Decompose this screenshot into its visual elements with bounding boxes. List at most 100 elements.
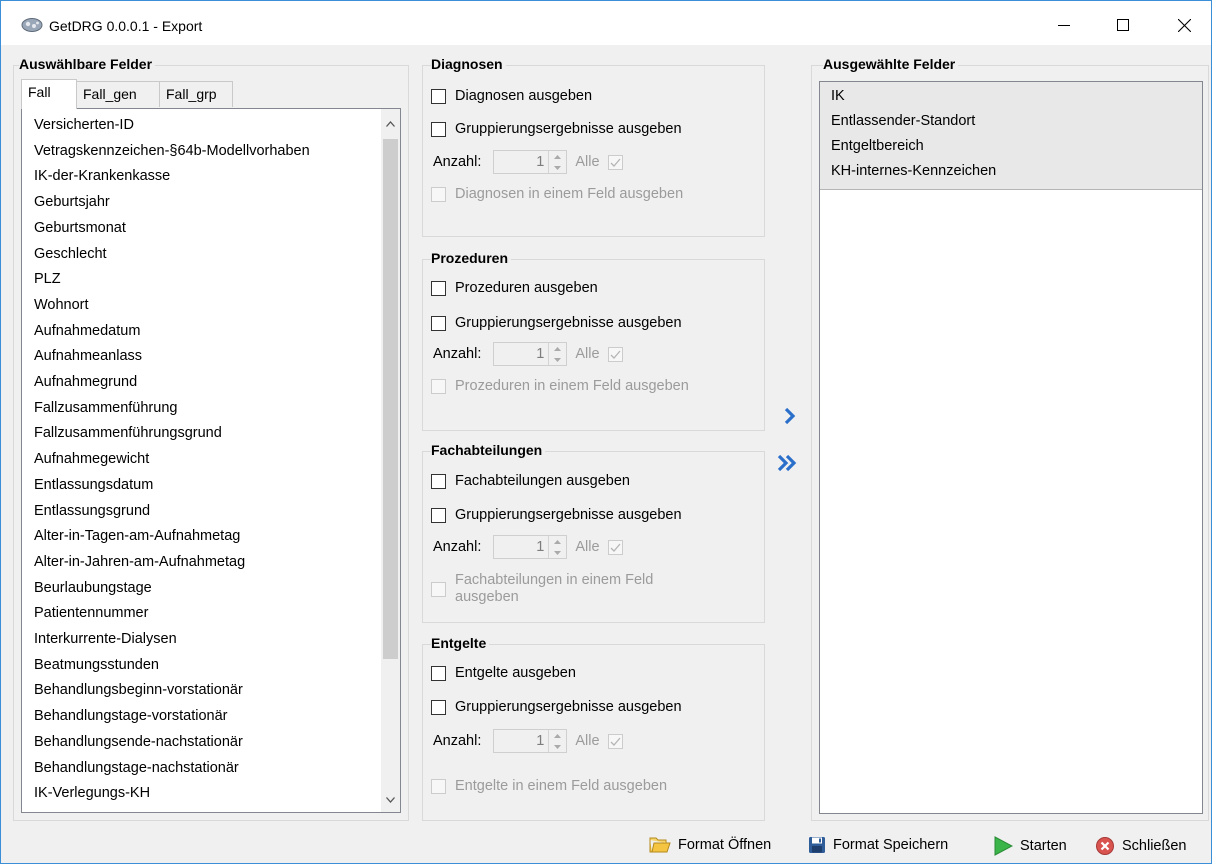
list-item[interactable]: Beatmungsstunden [34,657,159,673]
close-label: Schließen [1122,838,1187,854]
list-item[interactable]: Fallzusammenführung [34,400,177,416]
checkbox-box[interactable] [431,122,446,137]
list-item[interactable]: Beurlaubungstage [34,580,152,596]
available-fields-list[interactable]: Versicherten-ID Vetragskennzeichen-§64b-M… [21,108,401,813]
start-button[interactable]: Starten [993,836,1067,856]
close-window-button[interactable] [1164,7,1204,43]
list-item[interactable]: Interkurrente-Dialysen [34,631,177,647]
checkbox-box[interactable] [431,508,446,523]
double-chevron-right-icon [777,454,797,472]
list-item[interactable]: Behandlungstage-vorstationär [34,708,227,724]
selected-fields-list[interactable]: IK Entlassender-Standort Entgeltbereich KH-… [819,81,1203,814]
tab-label: Fall_gen [83,86,137,102]
checkbox-label: Entgelte ausgeben [455,665,576,681]
scroll-down-button[interactable] [381,790,400,810]
alle-label: Alle [575,733,600,749]
move-all-button[interactable] [776,452,798,474]
list-item[interactable]: Behandlungsbeginn-vorstationär [34,682,243,698]
list-item[interactable]: Behandlungsende-nachstationär [34,734,243,750]
selected-list-item[interactable]: IK [831,88,845,104]
tab-fall-grp[interactable]: Fall_grp [159,81,233,107]
list-item[interactable]: Aufnahmeanlass [34,348,142,364]
window-title: GetDRG 0.0.0.1 - Export [49,18,203,34]
prozeduren-single-field-checkbox: Prozeduren in einem Feld ausgeben [431,378,689,394]
prozeduren-anzahl-spinner: 1 [493,342,568,366]
alle-checkbox [607,539,623,555]
entgelte-grouping-checkbox[interactable]: Gruppierungsergebnisse ausgeben [431,699,682,715]
spinner-up-icon [549,343,566,354]
list-item[interactable]: Alter-in-Tagen-am-Aufnahmetag [34,528,240,544]
list-item[interactable]: Entlassungsdatum [34,477,153,493]
fachabteilungen-single-field-checkbox: Fachabteilungen in einem Feld ausgeben [431,572,653,606]
spinner-down-icon [549,547,566,558]
list-item[interactable]: Behandlungstage-nachstationär [34,760,239,776]
list-item[interactable]: Geschlecht [34,246,107,262]
close-button[interactable]: Schließen [1095,836,1186,856]
selected-list-item[interactable]: Entgeltbereich [831,138,924,154]
list-item[interactable]: Patientennummer [34,605,148,621]
spinner-down-icon [549,162,566,173]
tab-fall[interactable]: Fall [21,79,77,109]
fachabteilungen-output-checkbox[interactable]: Fachabteilungen ausgeben [431,473,630,489]
start-label: Starten [1020,838,1067,854]
tab-fall-gen[interactable]: Fall_gen [76,81,160,107]
list-item[interactable]: Aufnahmedatum [34,323,140,339]
checkbox-box[interactable] [431,316,446,331]
list-item[interactable]: IK-der-Krankenkasse [34,168,170,184]
diagnosen-anzahl-spinner: 1 [493,150,568,174]
minimize-button[interactable] [1044,7,1084,43]
format-open-button[interactable]: Format Öffnen [649,836,771,854]
anzahl-label: Anzahl: [433,346,482,362]
anzahl-label: Anzahl: [433,733,482,749]
selected-list-item[interactable]: KH-internes-Kennzeichen [831,163,996,179]
checkbox-box[interactable] [431,474,446,489]
scroll-up-button[interactable] [381,114,400,134]
checkbox-label: Diagnosen ausgeben [455,88,593,104]
selected-list-item[interactable]: Entlassender-Standort [831,113,975,129]
diagnosen-output-checkbox[interactable]: Diagnosen ausgeben [431,88,592,104]
checkbox-box[interactable] [431,666,446,681]
scrollbar-thumb[interactable] [383,139,398,659]
chevron-up-icon [386,121,395,127]
list-item[interactable]: Geburtsmonat [34,220,126,236]
move-selected-button[interactable] [779,405,801,427]
checkbox-box[interactable] [431,700,446,715]
list-item[interactable]: IK-Verlegungs-KH [34,785,150,801]
fachabteilungen-grouping-checkbox[interactable]: Gruppierungsergebnisse ausgeben [431,507,682,523]
list-item[interactable]: Alter-in-Jahren-am-Aufnahmetag [34,554,245,570]
spinner-value: 1 [536,346,545,362]
spinner-down-icon [549,741,566,752]
entgelte-anzahl-row: Anzahl: 1 Alle [433,729,623,753]
list-item[interactable]: Vetragskennzeichen-§64b-Modellvorhaben [34,143,310,159]
list-item[interactable]: Wohnort [34,297,89,313]
entgelte-title: Entgelte [431,635,490,651]
vertical-scrollbar[interactable] [381,109,400,812]
spinner-up-icon [549,730,566,741]
list-item[interactable]: PLZ [34,271,61,287]
list-item[interactable]: Aufnahmegewicht [34,451,149,467]
diagnosen-anzahl-row: Anzahl: 1 Alle [433,150,623,174]
prozeduren-output-checkbox[interactable]: Prozeduren ausgeben [431,280,598,296]
format-save-button[interactable]: Format Speichern [808,836,948,854]
checkbox-box[interactable] [431,89,446,104]
list-item[interactable]: Geburtsjahr [34,194,110,210]
checkbox-box[interactable] [431,281,446,296]
tab-label: Fall [28,84,51,100]
diagnosen-grouping-checkbox[interactable]: Gruppierungsergebnisse ausgeben [431,121,682,137]
diagnosen-title: Diagnosen [431,56,506,72]
entgelte-output-checkbox[interactable]: Entgelte ausgeben [431,665,576,681]
list-item[interactable]: Fallzusammenführungsgrund [34,425,222,441]
list-item[interactable]: Aufnahmegrund [34,374,137,390]
alle-checkbox [607,733,623,749]
list-item[interactable]: Entlassungsgrund [34,503,150,519]
list-item[interactable]: Versicherten-ID [34,117,134,133]
alle-checkbox [607,154,623,170]
format-save-label: Format Speichern [833,837,949,853]
checkbox-label: Gruppierungsergebnisse ausgeben [455,507,682,523]
checkbox-label: Diagnosen in einem Feld ausgeben [455,186,684,202]
spinner-value: 1 [536,733,545,749]
tab-label: Fall_grp [166,86,217,102]
prozeduren-grouping-checkbox[interactable]: Gruppierungsergebnisse ausgeben [431,315,682,331]
maximize-button[interactable] [1103,7,1143,43]
checkmark-icon [610,350,621,359]
